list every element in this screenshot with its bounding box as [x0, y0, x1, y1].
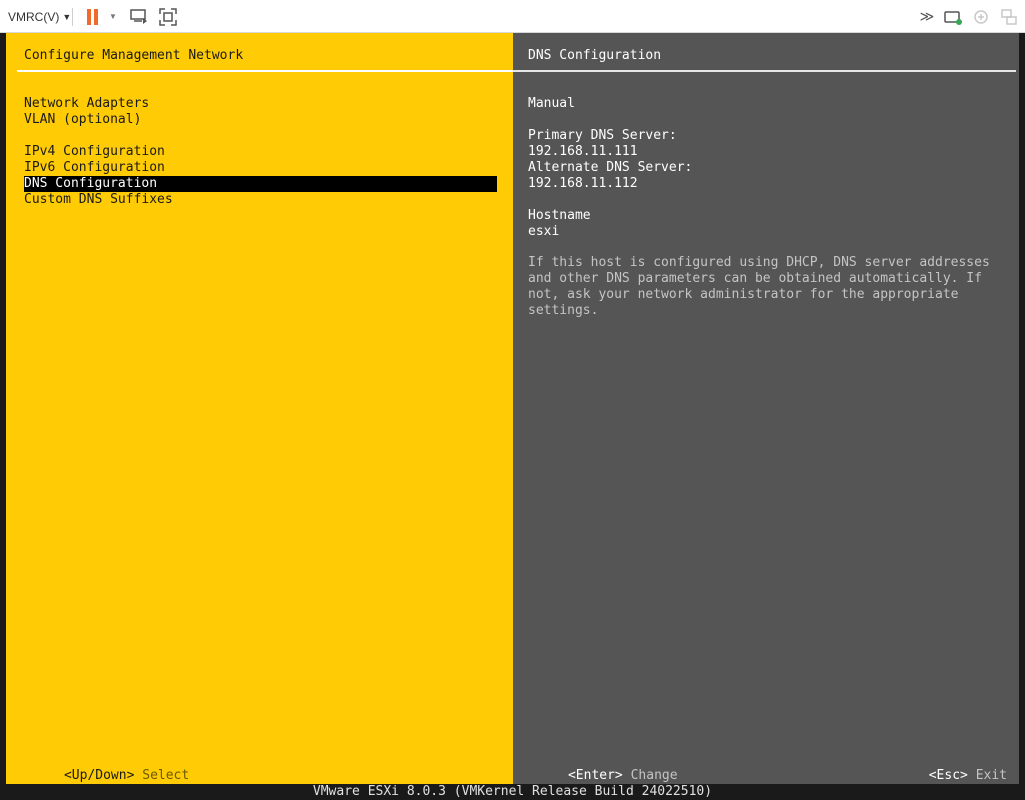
pause-icon[interactable]: [84, 0, 100, 33]
esc-key-label: <Esc>: [928, 768, 968, 783]
detail-panel-title: DNS Configuration: [528, 48, 662, 63]
menu-item-dns-configuration[interactable]: DNS Configuration: [24, 176, 497, 192]
detail-title-divider: [513, 70, 1016, 72]
toolbar-divider: [72, 8, 73, 26]
menu-title-divider: [17, 70, 513, 72]
menu-item-ipv6-configuration[interactable]: IPv6 Configuration: [24, 160, 497, 176]
change-action-label: Change: [630, 768, 678, 783]
send-ctrl-alt-del-icon[interactable]: [128, 0, 150, 33]
menu-item-vlan[interactable]: VLAN (optional): [24, 112, 497, 128]
preferences-icon[interactable]: [998, 0, 1020, 33]
alternate-dns-value: 192.168.11.112: [528, 176, 638, 191]
esxi-version-status-bar: VMware ESXi 8.0.3 (VMKernel Release Buil…: [312, 784, 713, 799]
hostname-value: esxi: [528, 224, 560, 239]
hostname-label: Hostname: [528, 208, 591, 223]
menu-item-network-adapters[interactable]: Network Adapters: [24, 96, 497, 112]
pause-options-chevron-icon[interactable]: ▼: [108, 0, 118, 33]
chevron-down-icon: ▼: [62, 11, 72, 22]
enter-key-label: <Enter>: [567, 768, 623, 783]
dns-mode-value: Manual: [528, 96, 575, 111]
menu-item-ipv4-configuration[interactable]: IPv4 Configuration: [24, 144, 497, 160]
primary-dns-label: Primary DNS Server:: [528, 128, 677, 143]
usb-icon[interactable]: [970, 0, 992, 33]
exit-action-label: Exit: [975, 768, 1007, 783]
menu-panel-title: Configure Management Network: [24, 48, 244, 63]
menu-item-custom-dns-suffixes[interactable]: Custom DNS Suffixes: [24, 192, 497, 208]
alternate-dns-label: Alternate DNS Server:: [528, 160, 693, 175]
primary-dns-value: 192.168.11.111: [528, 144, 638, 159]
esxi-console[interactable]: Configure Management Network Network Ada…: [0, 33, 1025, 800]
forward-icon[interactable]: ≫: [916, 0, 938, 33]
vmrc-toolbar: VMRC(V) ▼ ▼ ≫: [0, 0, 1025, 33]
fullscreen-icon[interactable]: [157, 0, 179, 33]
management-network-menu-panel: Configure Management Network Network Ada…: [6, 33, 513, 784]
select-action-label: Select: [142, 768, 190, 783]
up-down-key-label: <Up/Down>: [63, 768, 135, 783]
dns-configuration-detail-panel: DNS Configuration Manual Primary DNS Ser…: [513, 33, 1019, 784]
vmrc-menu-button[interactable]: VMRC(V) ▼: [8, 0, 71, 33]
vmrc-menu-label: VMRC(V): [8, 9, 60, 24]
dns-help-text: If this host is configured using DHCP, D…: [528, 255, 990, 318]
removable-devices-icon[interactable]: [942, 0, 964, 33]
